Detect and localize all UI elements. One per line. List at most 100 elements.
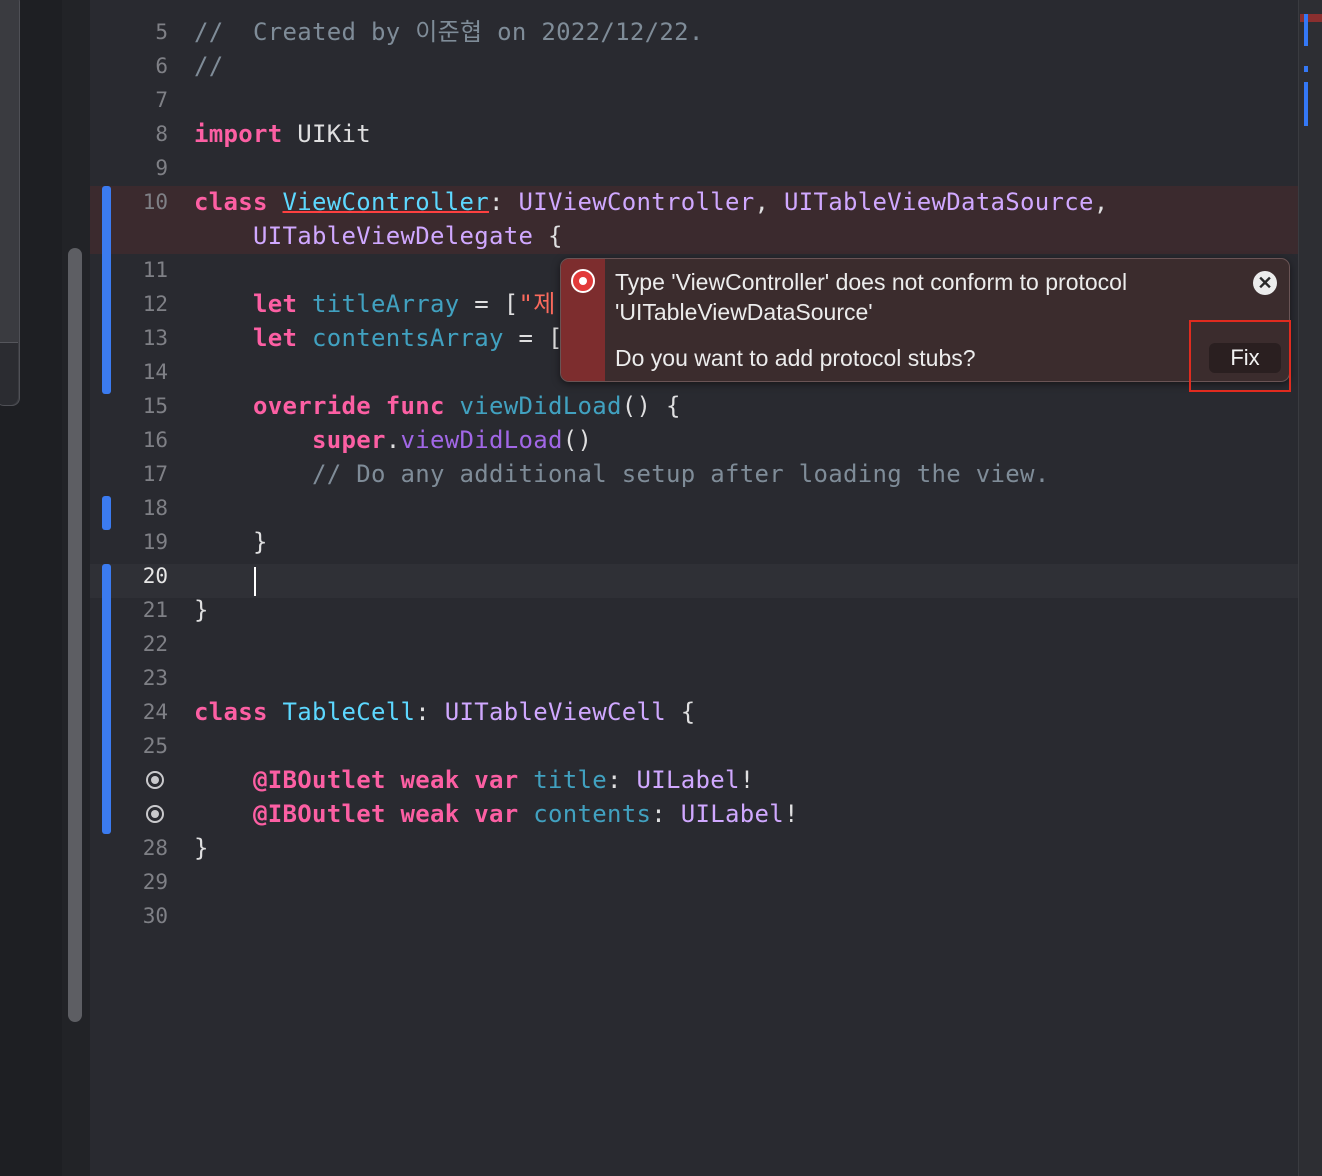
line-number: 13 [142,326,168,350]
line-number: 10 [142,190,168,214]
code-token: UITableViewDataSource [784,188,1094,216]
code-line[interactable]: 10 class ViewController: UIViewController… [0,185,1300,219]
code-text: // [194,49,224,83]
code-token: @IBOutlet [253,800,386,828]
code-line[interactable]: @IBOutlet weak var contents: UILabel! [0,797,1300,831]
code-line[interactable]: 21} [0,593,1300,627]
code-text: } [194,525,268,559]
code-token: @IBOutlet [253,766,386,794]
minimap[interactable] [1298,0,1322,1176]
code-token: , [1093,188,1109,216]
code-line[interactable]: 19 } [0,525,1300,559]
outlet-connection-icon[interactable] [146,805,164,823]
code-token: . [385,426,401,454]
line-number: 22 [142,632,168,656]
code-token: ViewController [282,188,489,216]
code-token: class [194,698,268,726]
code-token: UITableViewCell [444,698,666,726]
code-token: titleArray [312,290,460,318]
code-token: weak [400,800,460,828]
code-text: @IBOutlet weak var title: UILabel! [194,763,755,797]
code-line[interactable]: 7 [0,83,1300,117]
line-number: 12 [142,292,168,316]
code-token: : [651,800,681,828]
code-line[interactable]: 16 super.viewDidLoad() [0,423,1300,457]
code-token: contents [533,800,652,828]
code-text: super.viewDidLoad() [194,423,592,457]
line-number: 17 [142,462,168,486]
code-token: = [ [503,324,563,352]
code-text: import UIKit [194,117,371,151]
code-text: class TableCell: UITableViewCell { [194,695,696,729]
code-token: // Created by 이준협 on 2022/12/22. [194,18,704,46]
code-text: // Do any additional setup after loading… [194,457,1049,491]
code-token: = [ [459,290,519,318]
code-line[interactable]: 9 [0,151,1300,185]
code-token: func [385,392,445,420]
code-text: } [194,593,209,627]
code-text: class ViewController: UIViewController, … [194,185,1108,219]
code-token: super [312,426,386,454]
code-line[interactable]: 20 [0,559,1300,593]
code-token: , [754,188,784,216]
code-line[interactable]: 30 [0,899,1300,933]
line-number: 23 [142,666,168,690]
code-text: // Created by 이준협 on 2022/12/22. [194,15,704,49]
code-token: contentsArray [312,324,504,352]
code-line[interactable]: 23 [0,661,1300,695]
line-number: 20 [142,564,168,588]
minimap-change-marker [1304,14,1308,46]
outlet-connection-icon[interactable] [146,771,164,789]
code-line[interactable]: 8 import UIKit [0,117,1300,151]
line-number: 30 [142,904,168,928]
error-icon [571,269,595,293]
line-number: 15 [142,394,168,418]
code-token: import [194,120,283,148]
code-token: ! [784,800,799,828]
code-text: let titleArray = ["제 [194,287,556,321]
code-line[interactable]: 24 class TableCell: UITableViewCell { [0,695,1300,729]
code-token: weak [400,766,460,794]
code-line[interactable]: 15 override func viewDidLoad() { [0,389,1300,423]
close-icon[interactable]: ✕ [1253,271,1277,295]
code-token: UIViewController [518,188,755,216]
code-token: let [253,324,298,352]
code-token: : [415,698,445,726]
code-line[interactable]: 28} [0,831,1300,865]
line-number: 25 [142,734,168,758]
code-token: viewDidLoad [400,426,563,454]
code-token: : [489,188,519,216]
code-line[interactable]: 25 [0,729,1300,763]
code-token: TableCell [282,698,416,726]
code-text: UITableViewDelegate { [194,219,563,253]
code-token: } [194,596,209,624]
code-line[interactable]: 5 // Created by 이준협 on 2022/12/22. [0,15,1300,49]
code-token: override [253,392,371,420]
code-line[interactable]: @IBOutlet weak var title: UILabel! [0,763,1300,797]
issue-popover: Type 'ViewController' does not conform t… [560,258,1290,382]
code-line[interactable]: 6 // [0,49,1300,83]
code-token: let [253,290,298,318]
code-token: { [533,222,563,250]
code-line[interactable]: UITableViewDelegate { [0,219,1300,253]
fix-it-question: Do you want to add protocol stubs? [615,345,976,371]
line-number: 21 [142,598,168,622]
code-line[interactable]: 17 // Do any additional setup after load… [0,457,1300,491]
text-cursor [254,567,256,596]
code-line[interactable]: 22 [0,627,1300,661]
line-number: 24 [142,700,168,724]
code-line[interactable]: 18 [0,491,1300,525]
code-line[interactable]: 29 [0,865,1300,899]
code-token: : [607,766,637,794]
